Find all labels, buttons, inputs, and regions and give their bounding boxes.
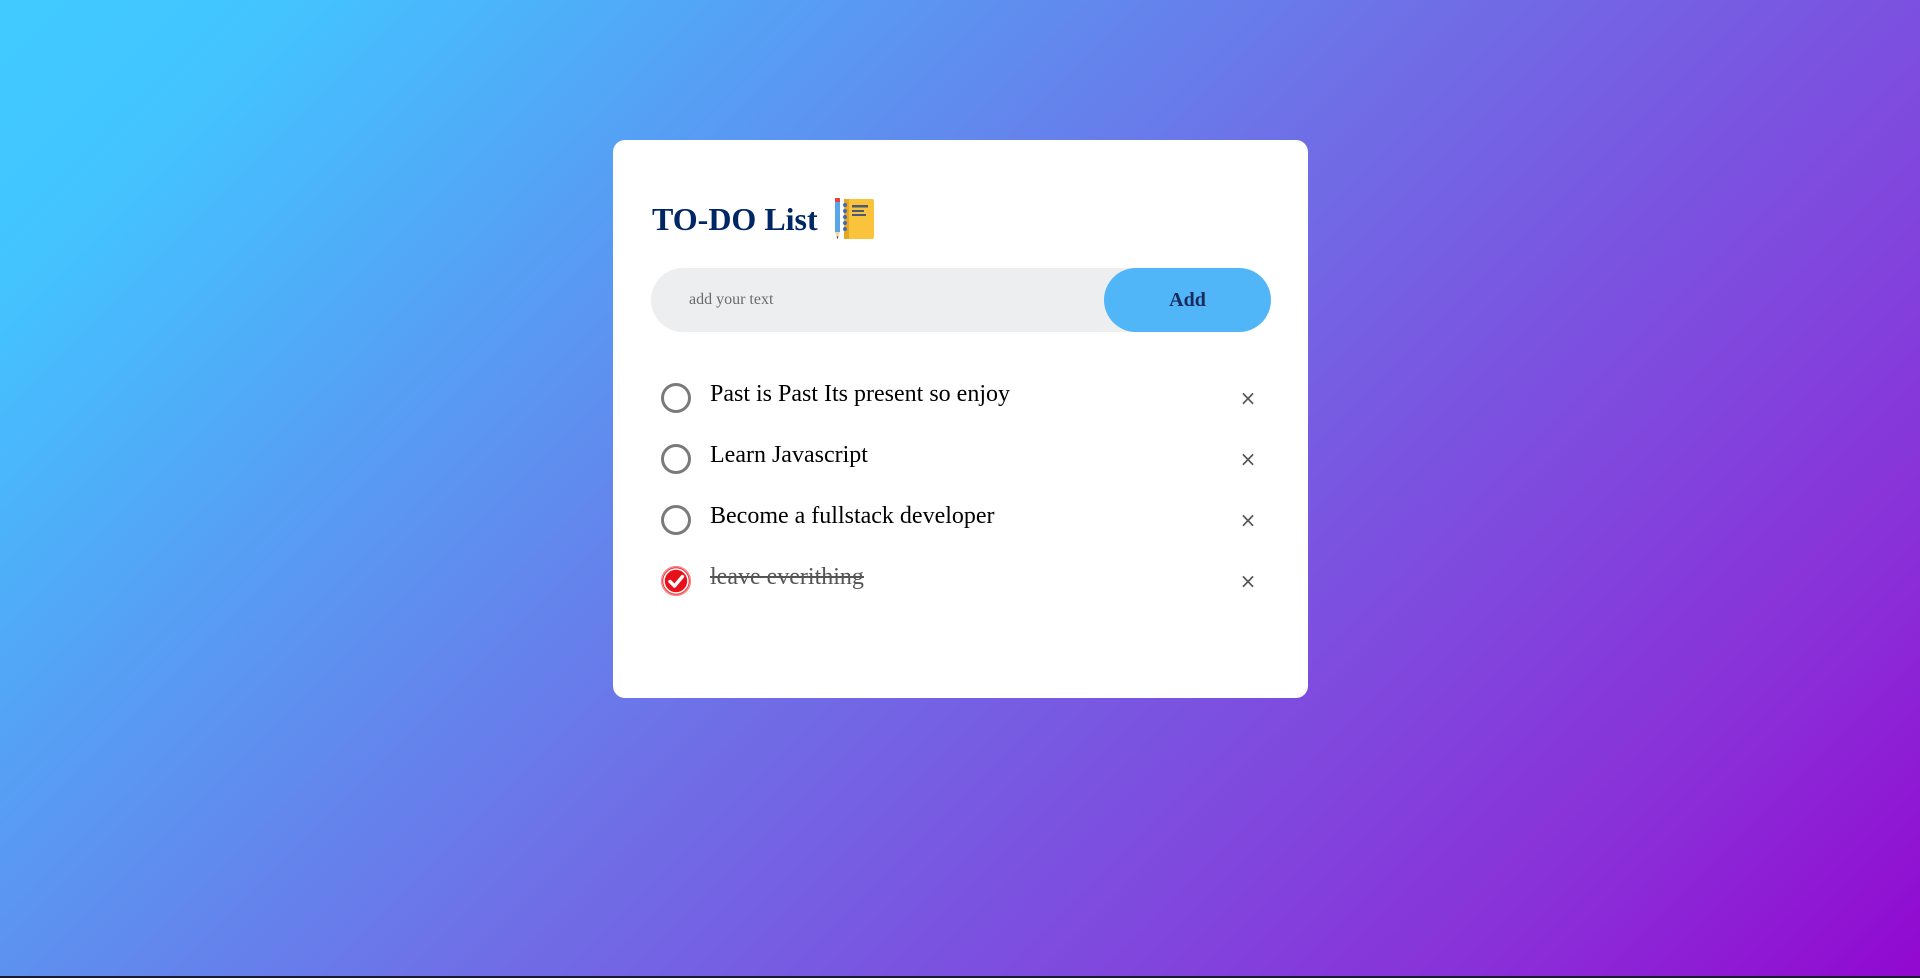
list-item[interactable]: Become a fullstack developer × xyxy=(661,489,1261,550)
unchecked-circle-icon[interactable] xyxy=(661,443,691,474)
task-text: leave everithing xyxy=(710,564,864,590)
notebook-icon xyxy=(832,196,878,242)
task-text: Learn Javascript xyxy=(710,442,868,468)
header: TO-DO List xyxy=(652,194,878,244)
close-icon[interactable]: × xyxy=(1233,383,1263,413)
list-item[interactable]: leave everithing × xyxy=(661,550,1261,611)
task-list: Past is Past Its present so enjoy × Lear… xyxy=(661,367,1261,611)
list-item[interactable]: Past is Past Its present so enjoy × xyxy=(661,367,1261,428)
checked-circle-icon[interactable] xyxy=(661,565,691,596)
add-task-row: Add xyxy=(651,267,1271,333)
task-input[interactable] xyxy=(651,267,1104,333)
unchecked-circle-icon[interactable] xyxy=(661,382,691,413)
task-text: Past is Past Its present so enjoy xyxy=(710,381,1010,407)
task-text: Become a fullstack developer xyxy=(710,503,995,529)
close-icon[interactable]: × xyxy=(1233,444,1263,474)
close-icon[interactable]: × xyxy=(1233,505,1263,535)
close-icon[interactable]: × xyxy=(1233,566,1263,596)
app-title: TO-DO List xyxy=(652,200,818,237)
todo-card: TO-DO List Add xyxy=(613,140,1308,698)
add-button[interactable]: Add xyxy=(1104,268,1271,332)
list-item[interactable]: Learn Javascript × xyxy=(661,428,1261,489)
unchecked-circle-icon[interactable] xyxy=(661,504,691,535)
